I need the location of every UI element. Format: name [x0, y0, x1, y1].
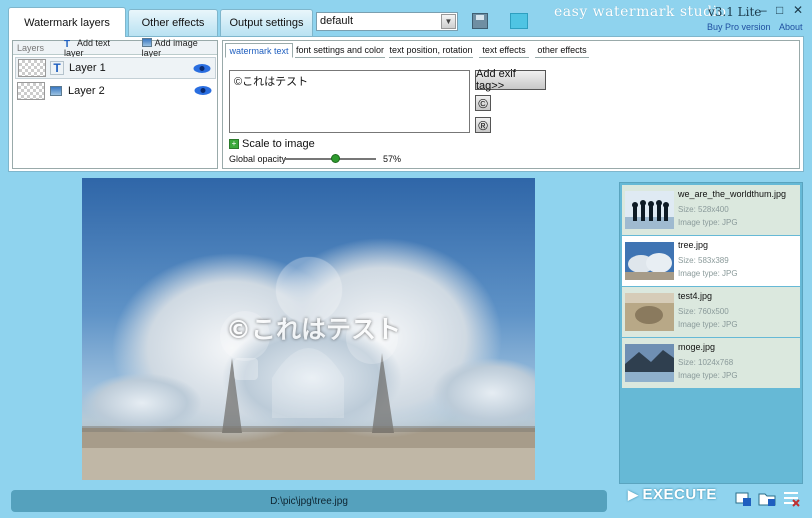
close-button[interactable]: ✕ [793, 3, 803, 17]
file-type: Image type: JPG [678, 269, 738, 278]
image-layer-icon [141, 37, 152, 47]
file-list-item[interactable]: we_are_the_worldthum.jpg Size: 528x400 I… [622, 185, 800, 235]
add-files-icon[interactable] [734, 489, 752, 507]
preview-window-icon[interactable] [510, 13, 528, 29]
layer-thumbnail [17, 82, 45, 100]
layer-name: Layer 2 [68, 85, 105, 97]
subtab-other-effects[interactable]: other effects [535, 43, 589, 58]
file-list-item[interactable]: test4.jpg Size: 760x500 Image type: JPG [622, 287, 800, 337]
file-size: Size: 528x400 [678, 205, 729, 214]
layer-row[interactable]: T Layer 1 [15, 57, 216, 79]
file-size: Size: 1024x768 [678, 358, 734, 367]
file-name: we_are_the_worldthum.jpg [678, 189, 787, 199]
image-preview[interactable]: ©これはテスト [82, 178, 535, 480]
layer-name: Layer 1 [69, 62, 106, 74]
file-size: Size: 760x500 [678, 307, 729, 316]
copyright-symbol-button[interactable]: © [475, 95, 491, 111]
registered-symbol-button[interactable]: ® [475, 117, 491, 133]
text-layer-icon: T [64, 38, 71, 50]
layer-thumbnail [18, 59, 46, 77]
opacity-value: 57% [383, 154, 402, 164]
add-text-layer-button[interactable]: T Add text layer [64, 38, 130, 58]
chevron-down-icon[interactable]: ▼ [441, 14, 456, 29]
subtab-watermark-text[interactable]: watermark text [225, 43, 293, 58]
layers-list: Layers T Add text layer Add image layer T… [12, 37, 218, 169]
file-size: Size: 583x389 [678, 256, 729, 265]
clear-list-icon[interactable] [782, 489, 800, 507]
buy-pro-link[interactable]: Buy Pro version [707, 22, 771, 32]
layers-header-label: Layers [17, 42, 45, 53]
maximize-button[interactable]: □ [776, 3, 783, 17]
save-preset-icon[interactable] [472, 13, 488, 29]
file-thumbnail [625, 242, 674, 280]
file-list-item[interactable]: moge.jpg Size: 1024x768 Image type: JPG [622, 338, 800, 388]
preset-value: default [320, 15, 354, 27]
file-name: tree.jpg [678, 240, 709, 250]
play-icon: ▶ [628, 486, 639, 502]
scale-to-image-label: Scale to image [242, 138, 315, 150]
file-thumbnail [625, 293, 674, 331]
add-image-layer-button[interactable]: Add image layer [141, 37, 217, 58]
minimize-button[interactable]: – [760, 3, 767, 17]
add-folder-icon[interactable] [758, 489, 776, 507]
execute-label: EXECUTE [642, 486, 717, 503]
eye-icon[interactable] [194, 85, 212, 96]
text-type-icon: T [50, 61, 64, 75]
opacity-slider-track[interactable] [284, 158, 376, 160]
subtab-text-position[interactable]: text position, rotation [389, 43, 473, 58]
file-type: Image type: JPG [678, 218, 738, 227]
file-thumbnail [625, 344, 674, 382]
file-name: test4.jpg [678, 291, 713, 301]
eye-icon[interactable] [193, 63, 211, 74]
image-type-icon [49, 84, 63, 98]
preset-dropdown[interactable]: default ▼ [316, 12, 458, 31]
watermark-overlay-text: ©これはテスト [226, 315, 402, 344]
global-opacity-label: Global opacity [229, 154, 287, 164]
watermark-text-input[interactable]: ©これはテスト [229, 70, 470, 133]
add-exif-tag-button[interactable]: Add exif tag>> [475, 68, 546, 92]
app-version: v3.1 Lite [708, 5, 762, 19]
file-list-item[interactable]: tree.jpg Size: 583x389 Image type: JPG [622, 236, 800, 286]
layers-toolbar: Layers T Add text layer Add image layer [13, 37, 217, 58]
subtab-font-settings[interactable]: font settings and color [295, 43, 385, 58]
layer-row[interactable]: Layer 2 [15, 80, 216, 102]
current-file-path: D:\pic\jpg\tree.jpg [11, 490, 607, 512]
file-name: moge.jpg [678, 342, 716, 352]
app-title: easy watermark studio [554, 4, 727, 20]
scale-to-image-checkbox[interactable]: + [229, 139, 239, 149]
subtab-text-effects[interactable]: text effects [479, 43, 529, 58]
about-link[interactable]: About [779, 22, 803, 32]
file-type: Image type: JPG [678, 371, 738, 380]
execute-button[interactable]: ▶ EXECUTE [628, 486, 717, 503]
tab-watermark-layers[interactable]: Watermark layers [8, 7, 126, 37]
tab-other-effects[interactable]: Other effects [128, 9, 218, 36]
file-thumbnail [625, 191, 674, 229]
file-type: Image type: JPG [678, 320, 738, 329]
tab-output-settings[interactable]: Output settings [220, 9, 313, 36]
